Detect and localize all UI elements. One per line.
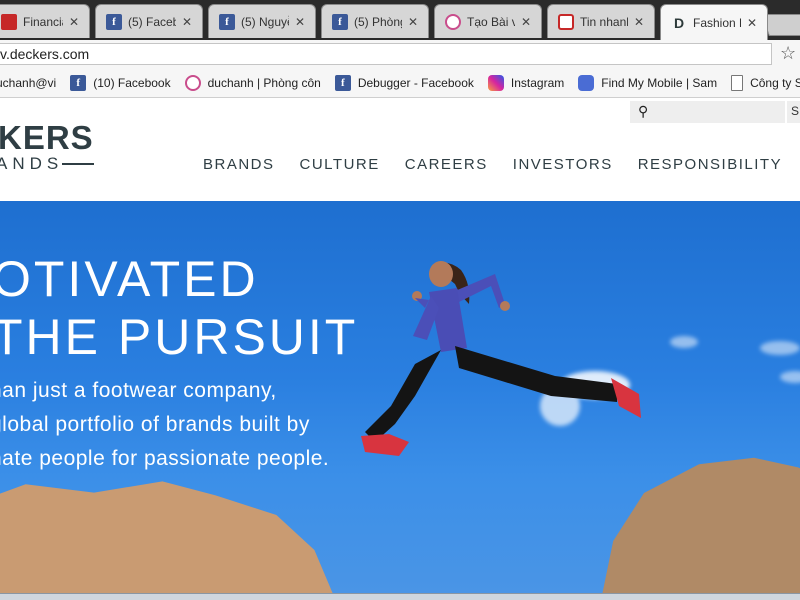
search-icon: ⚲ (638, 103, 649, 119)
news-icon (558, 13, 574, 30)
close-icon[interactable]: ✕ (406, 15, 420, 29)
bookmark-label: uchanh@vi (0, 75, 57, 90)
browser-tab-strip: Financial I ✕ f (5) Facebo ✕ f (5) Nguyễ… (0, 0, 800, 40)
tab-fashion-deckers[interactable]: D Fashion Li ✕ (660, 4, 768, 40)
bookmark-label: Debugger - Facebook (357, 75, 474, 90)
nav-careers[interactable]: CAREERS (405, 156, 488, 173)
search-extra[interactable]: S (787, 101, 800, 123)
tab-title: (5) Nguyễ (241, 14, 289, 29)
site-header: KERS ANDS ⚲ S BRANDS CULTURE CAREERS INV… (0, 99, 800, 201)
facebook-icon: f (334, 74, 351, 91)
findmymobile-icon (578, 74, 595, 91)
hero-banner: OTIVATED THE PURSUIT han just a footwear… (0, 201, 800, 593)
bookmark-star-icon[interactable]: ☆ (780, 43, 796, 64)
tab-title: Financial I (23, 14, 63, 29)
document-icon (731, 74, 744, 91)
bookmark-facebook[interactable]: f (10) Facebook (70, 74, 171, 91)
runner-image (361, 261, 641, 456)
tab-title: Tin nhanh (580, 14, 628, 29)
instagram-icon (487, 74, 504, 91)
nav-culture[interactable]: CULTURE (300, 156, 380, 173)
tab-title: (5) Phòng (354, 14, 402, 29)
close-icon[interactable]: ✕ (632, 15, 646, 29)
rock-left (0, 481, 341, 593)
hero-headline-line1: OTIVATED (0, 251, 259, 307)
address-bar[interactable]: v.deckers.com (0, 43, 772, 65)
facebook-icon: f (219, 13, 235, 30)
deckers-logo-wordmark[interactable]: KERS (0, 119, 94, 157)
facebook-icon: f (332, 13, 348, 30)
deckers-icon: D (673, 14, 685, 31)
address-bar-row: v.deckers.com ☆ (0, 40, 800, 68)
hero-body-line3: nate people for passionate people. (0, 447, 330, 470)
bookmark-label: Công ty S (750, 75, 800, 90)
tab-facebook-3[interactable]: f (5) Phòng ✕ (321, 4, 429, 38)
bookmark-cong-ty[interactable]: Công ty S (731, 74, 800, 91)
red-icon (1, 13, 17, 30)
tab-title: Fashion Li (693, 15, 741, 30)
close-icon[interactable]: ✕ (293, 15, 307, 29)
cloud (670, 336, 698, 348)
cloud (780, 371, 800, 383)
close-icon[interactable]: ✕ (67, 15, 81, 29)
main-nav: BRANDS CULTURE CAREERS INVESTORS RESPONS… (203, 156, 800, 173)
hero-headline-line2: THE PURSUIT (0, 309, 359, 365)
facebook-icon: f (106, 13, 122, 30)
close-icon[interactable]: ✕ (745, 16, 759, 30)
hero-body-line2: global portfolio of brands built by (0, 413, 310, 436)
bookmark-label: Find My Mobile | Sam (601, 75, 718, 90)
tab-facebook-1[interactable]: f (5) Facebo ✕ (95, 4, 203, 38)
logo-underline (62, 163, 94, 165)
tab-financial[interactable]: Financial I ✕ (0, 4, 90, 38)
camera-icon (445, 13, 461, 30)
bookmark-debugger[interactable]: f Debugger - Facebook (334, 74, 474, 91)
tab-facebook-2[interactable]: f (5) Nguyễ ✕ (208, 4, 316, 38)
tab-tin-nhanh[interactable]: Tin nhanh ✕ (547, 4, 655, 38)
tab-title: (5) Facebo (128, 14, 176, 29)
deckers-logo-subtitle: ANDS (0, 154, 64, 173)
facebook-icon: f (70, 74, 87, 91)
hero-body-line1: han just a footwear company, (0, 379, 277, 402)
bookmark-label: Instagram (510, 75, 565, 90)
camera-icon (184, 74, 201, 91)
bookmarks-bar: uchanh@vi f (10) Facebook duchanh | Phòn… (0, 68, 800, 98)
tab-tao-bai-viet[interactable]: Tạo Bài vi ✕ (434, 4, 542, 38)
bookmark-label: (10) Facebook (93, 75, 171, 90)
search-input[interactable]: ⚲ (630, 101, 785, 123)
nav-responsibility[interactable]: RESPONSIBILITY (638, 156, 782, 173)
taskbar (0, 593, 800, 600)
bookmark-instagram[interactable]: Instagram (487, 74, 565, 91)
bookmark-email[interactable]: uchanh@vi (0, 76, 56, 90)
nav-investors[interactable]: INVESTORS (513, 156, 613, 173)
bookmark-find-my-mobile[interactable]: Find My Mobile | Sam (578, 74, 718, 91)
bookmark-duchanh[interactable]: duchanh | Phòng côn (184, 74, 321, 91)
tab-title: Tạo Bài vi (467, 14, 515, 29)
cloud (760, 341, 800, 355)
close-icon[interactable]: ✕ (519, 15, 533, 29)
close-icon[interactable]: ✕ (180, 15, 194, 29)
bookmark-label: duchanh | Phòng côn (207, 75, 321, 90)
nav-brands[interactable]: BRANDS (203, 156, 275, 173)
